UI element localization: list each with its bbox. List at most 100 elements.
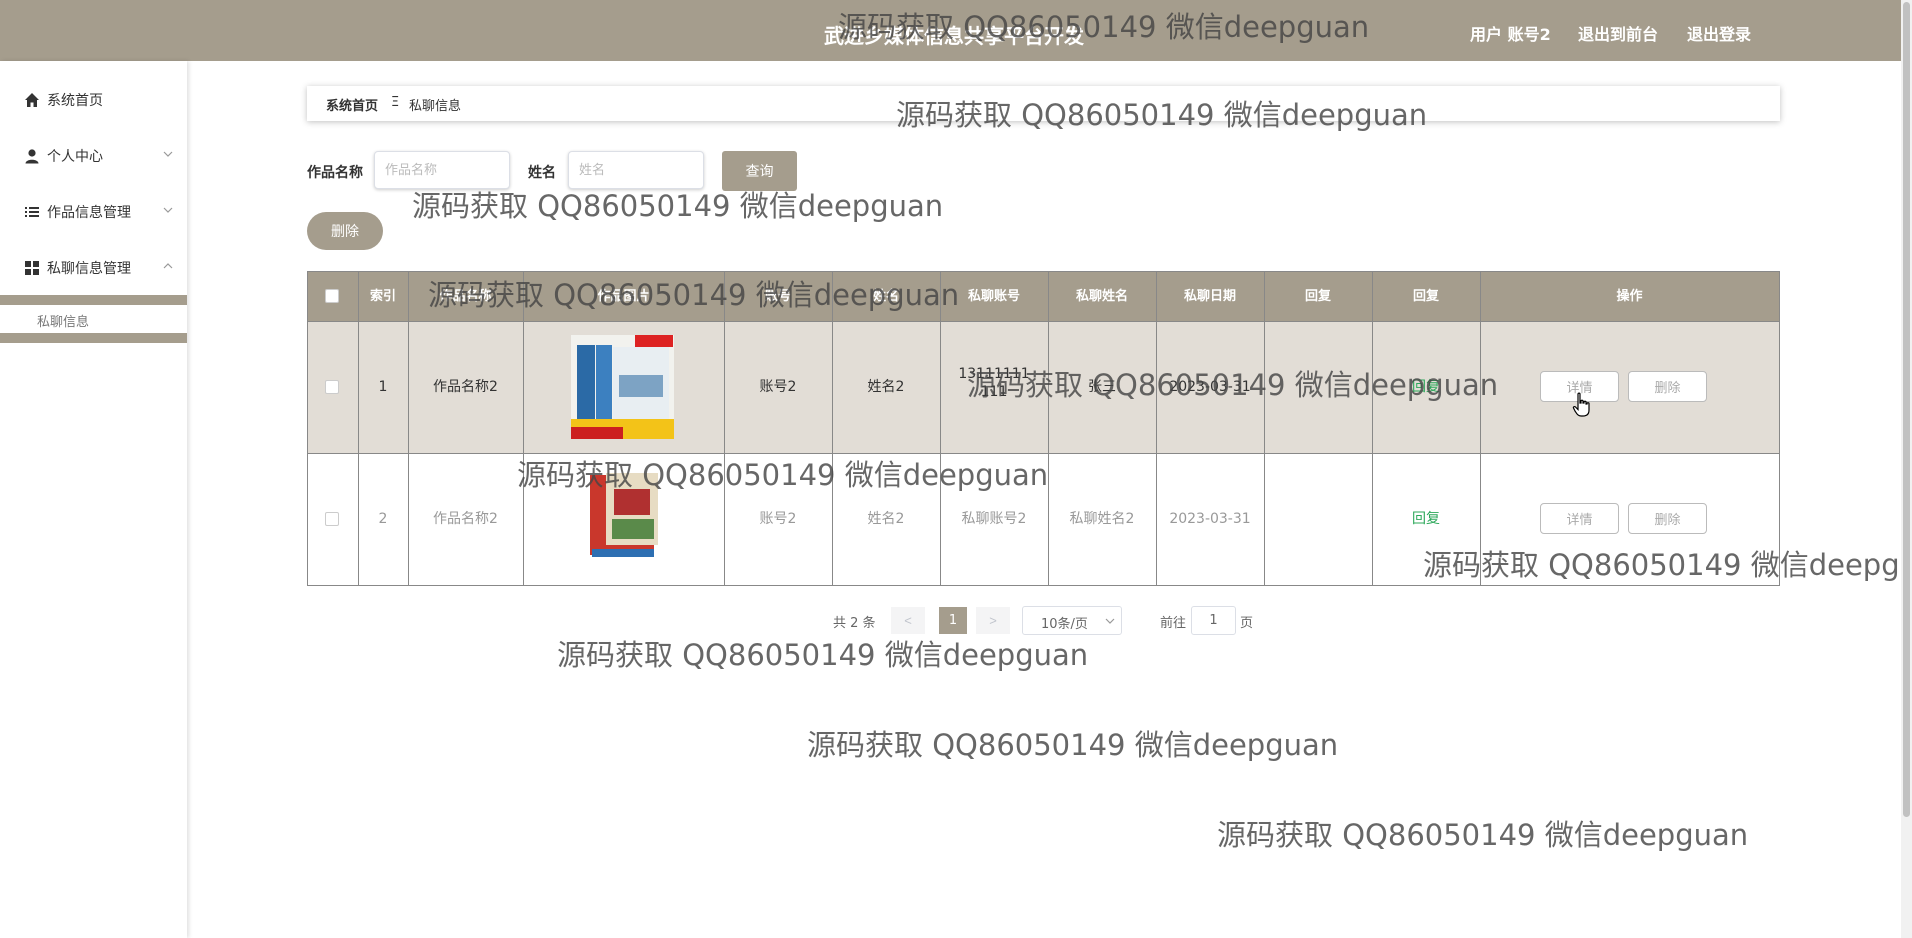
column-divider [1156,272,1157,585]
row-divider [308,453,1779,454]
table-row: 2 作品名称2 账号2 姓名2 私聊账号2 私聊姓名2 2023-03-31 回… [308,453,1779,585]
cell-pm-name: 私聊姓名2 [1069,511,1135,527]
column-header: 作品图片 [597,289,650,304]
delete-button[interactable]: 删除 [1628,503,1707,534]
pagination-next-button[interactable]: > [976,607,1010,634]
breadcrumb-home[interactable]: 系统首页 [326,95,378,114]
work-name-label: 作品名称 [307,165,363,181]
column-header: 私聊姓名 [1075,289,1128,304]
logout-link[interactable]: 退出登录 [1687,21,1751,45]
column-divider [832,272,833,585]
sidebar-subitem-private-messages[interactable]: 私聊信息 [0,305,187,333]
name-label: 姓名 [528,165,556,181]
cell-work-name: 作品名称2 [433,379,498,395]
top-header: 武进乡媒体信息共享平台开发 用户 账号2 退出到前台 退出登录 [0,0,1901,61]
sidebar-item-label: 系统首页 [47,93,103,109]
column-header: 私聊账号 [967,289,1020,304]
cell-work-name: 作品名称2 [433,511,498,527]
chevron-down-icon [163,207,173,213]
sidebar-item-label: 个人中心 [47,149,103,165]
page-size-select[interactable]: 10条/页 [1022,606,1122,635]
name-input[interactable] [568,151,704,189]
pagination-prev-button[interactable]: < [891,607,925,634]
submenu-band [0,295,187,305]
column-header: 姓名 [872,289,899,304]
column-header: 回复 [1304,289,1331,304]
cell-name: 姓名2 [867,379,905,395]
hand-cursor-icon [1572,392,1590,417]
cell-pm-name: 张三 [1088,379,1116,395]
column-header: 操作 [1616,289,1643,304]
cell-date: 2023-03-31 [1169,511,1251,527]
column-divider [1264,272,1265,585]
pagination-goto-label: 前往 [1160,616,1187,631]
sidebar-item-home[interactable]: 系统首页 [0,72,187,128]
grid-icon [25,261,39,275]
row-divider [308,321,1779,322]
chevron-up-icon [163,263,173,269]
select-all-checkbox[interactable] [325,289,339,303]
breadcrumb-current: 私聊信息 [409,99,462,114]
breadcrumb-separator: Ξ [391,95,400,110]
detail-button[interactable]: 详情 [1540,503,1619,534]
reply-link[interactable]: 回复 [1372,453,1480,585]
table-header: 索引 作品名称 作品图片 账号 姓名 私聊账号 私聊姓名 私聊日期 回复 回复 … [308,272,1779,321]
breadcrumb: 系统首页 Ξ 私聊信息 [307,86,1780,121]
exit-to-frontend-link[interactable]: 退出到前台 [1578,21,1658,45]
sidebar-item-label: 私聊信息管理 [47,261,131,277]
sidebar-item-label: 作品信息管理 [47,205,131,221]
watermark: 源码获取 QQ86050149 微信deepguan [557,638,1089,672]
user-icon [25,149,39,164]
column-divider [358,272,359,585]
column-divider [724,272,725,585]
column-divider [940,272,941,585]
pagination-total: 共 2 条 [833,616,876,631]
column-divider [1372,272,1373,585]
messages-table: 索引 作品名称 作品图片 账号 姓名 私聊账号 私聊姓名 私聊日期 回复 回复 … [307,271,1780,586]
list-icon [25,207,39,217]
cell-account: 账号2 [759,511,797,527]
chevron-down-icon [163,151,173,157]
vertical-scrollbar[interactable] [1901,0,1912,938]
column-divider [1480,272,1481,585]
sidebar: 系统首页 个人中心 作品信息管理 私聊信息管理 私聊信息 [0,61,187,938]
book-cover-image [571,335,674,439]
sidebar-item-works-management[interactable]: 作品信息管理 [0,184,187,240]
column-divider [1048,272,1049,585]
chevron-down-icon [1105,618,1115,624]
row-checkbox[interactable] [325,380,339,394]
work-name-input[interactable] [374,151,510,189]
reply-link[interactable]: 回复 [1372,321,1480,453]
sidebar-item-private-messages-management[interactable]: 私聊信息管理 [0,240,187,296]
delete-button[interactable]: 删除 [1628,371,1707,402]
query-button[interactable]: 查询 [722,151,797,191]
pagination-jump-input[interactable] [1191,606,1236,635]
cell-reply-text [1264,321,1372,453]
pagination-current-page[interactable]: 1 [939,607,967,634]
column-divider [408,272,409,585]
sidebar-item-personal-center[interactable]: 个人中心 [0,128,187,184]
column-header: 私聊日期 [1183,289,1236,304]
watermark: 源码获取 QQ86050149 微信deepguan [1217,818,1749,852]
row-checkbox[interactable] [325,512,339,526]
cell-pm-account: 13111111111 [958,366,1030,400]
scrollbar-thumb[interactable] [1903,2,1910,817]
page-size-value: 10条/页 [1041,617,1088,632]
column-header: 作品名称 [439,289,492,304]
cell-date: 2023-03-31 [1169,379,1251,395]
cell-reply-text [1264,453,1372,585]
column-header: 回复 [1412,289,1439,304]
user-account-link[interactable]: 用户 账号2 [1470,21,1551,45]
cell-name: 姓名2 [867,511,905,527]
submenu-band [0,333,187,343]
watermark: 源码获取 QQ86050149 微信deepguan [412,189,944,223]
column-divider [523,272,524,585]
column-header: 账号 [764,289,791,304]
watermark: 源码获取 QQ86050149 微信deepguan [807,728,1339,762]
pagination-page-unit: 页 [1240,616,1254,631]
app-title: 武进乡媒体信息共享平台开发 [824,24,1084,48]
batch-delete-button[interactable]: 删除 [307,212,383,250]
sidebar-subitem-label: 私聊信息 [37,315,90,330]
column-header: 索引 [369,289,396,304]
table-row: 1 作品名称2 账号2 姓名2 13111111111 张三 2023-03-3… [308,321,1779,453]
